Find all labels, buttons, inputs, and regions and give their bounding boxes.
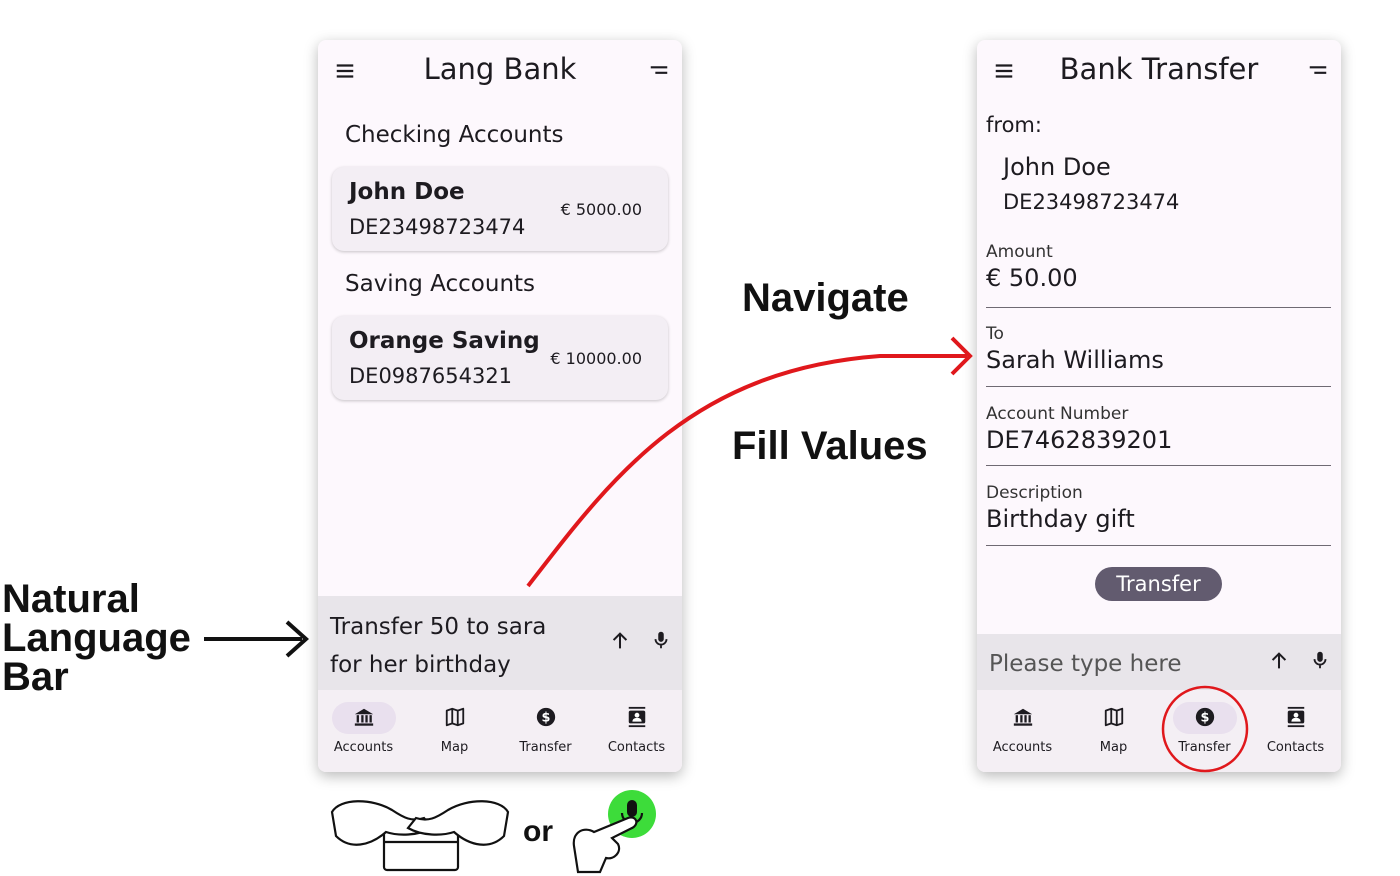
saving-accounts-heading: Saving Accounts bbox=[345, 271, 536, 297]
nav-contacts[interactable]: Contacts bbox=[591, 690, 682, 772]
input-placeholder[interactable]: Please type here bbox=[989, 645, 1181, 683]
nav-label: Accounts bbox=[333, 740, 394, 755]
accounts-screen: Lang Bank Checking Accounts John Doe DE2… bbox=[318, 40, 682, 772]
account-name: John Doe bbox=[349, 179, 465, 205]
nav-accounts[interactable]: Accounts bbox=[977, 690, 1068, 772]
black-arrow bbox=[204, 620, 309, 658]
nav-label: Transfer bbox=[519, 740, 572, 755]
account-number-field[interactable]: Account Number DE7462839201 bbox=[986, 404, 1331, 466]
checking-account-card[interactable]: John Doe DE23498723474 € 5000.00 bbox=[332, 167, 668, 251]
amount-label: Amount bbox=[986, 242, 1053, 262]
nav-label: Map bbox=[1099, 740, 1128, 755]
nav-label: Contacts bbox=[607, 740, 666, 755]
transfer-button[interactable]: Transfer bbox=[1095, 567, 1222, 601]
contacts-icon bbox=[628, 706, 646, 728]
nav-map[interactable]: Map bbox=[409, 690, 500, 772]
sort-icon[interactable] bbox=[1307, 60, 1329, 82]
annotation-line-2: Language bbox=[2, 616, 191, 660]
account-balance: € 5000.00 bbox=[560, 200, 642, 219]
account-name: Orange Saving bbox=[349, 328, 540, 354]
account-iban: DE23498723474 bbox=[349, 215, 526, 239]
fill-values-annotation: Fill Values bbox=[732, 424, 928, 468]
natural-language-input[interactable]: Please type here bbox=[977, 634, 1341, 690]
sort-icon[interactable] bbox=[648, 60, 670, 82]
bank-transfer-screen: Bank Transfer from: John Doe DE234987234… bbox=[977, 40, 1341, 772]
annotation-line-1: Natural bbox=[2, 577, 140, 621]
description-label: Description bbox=[986, 483, 1083, 503]
nav-label: Transfer bbox=[1178, 740, 1231, 755]
nav-transfer[interactable]: $ Transfer bbox=[500, 690, 591, 772]
account-number-label: Account Number bbox=[986, 404, 1129, 424]
dollar-icon: $ bbox=[1195, 707, 1215, 727]
bank-icon bbox=[1013, 708, 1033, 726]
page-title: Bank Transfer bbox=[1059, 52, 1259, 86]
send-arrow-icon[interactable] bbox=[609, 630, 631, 652]
natural-language-input[interactable]: Transfer 50 to sara for her birthday bbox=[318, 596, 682, 690]
nav-transfer[interactable]: $ Transfer bbox=[1159, 690, 1250, 772]
from-iban: DE23498723474 bbox=[1003, 190, 1180, 214]
send-arrow-icon[interactable] bbox=[1268, 650, 1290, 672]
contacts-icon bbox=[1287, 706, 1305, 728]
description-field[interactable]: Description Birthday gift bbox=[986, 483, 1331, 546]
mic-icon[interactable] bbox=[650, 629, 672, 651]
app-bar: Lang Bank bbox=[318, 40, 682, 102]
input-text[interactable]: Transfer 50 to sara for her birthday bbox=[330, 608, 546, 684]
dollar-icon: $ bbox=[536, 707, 556, 727]
bank-icon bbox=[354, 708, 374, 726]
or-annotation: or bbox=[523, 815, 553, 848]
nav-label: Contacts bbox=[1266, 740, 1325, 755]
to-value[interactable]: Sarah Williams bbox=[986, 344, 1331, 376]
nav-contacts[interactable]: Contacts bbox=[1250, 690, 1341, 772]
bottom-navigation: Accounts Map $ Transfer Contacts bbox=[977, 690, 1341, 772]
nav-label: Map bbox=[440, 740, 469, 755]
svg-text:$: $ bbox=[542, 711, 551, 726]
nav-accounts[interactable]: Accounts bbox=[318, 690, 409, 772]
to-field[interactable]: To Sarah Williams bbox=[986, 324, 1331, 387]
svg-text:$: $ bbox=[1201, 711, 1210, 726]
to-label: To bbox=[986, 324, 1004, 344]
finger-mic-illustration bbox=[572, 790, 656, 874]
from-name: John Doe bbox=[1003, 153, 1111, 181]
nav-map[interactable]: Map bbox=[1068, 690, 1159, 772]
annotation-line-3: Bar bbox=[2, 655, 69, 699]
from-label: from: bbox=[986, 113, 1042, 137]
nav-label: Accounts bbox=[992, 740, 1053, 755]
amount-field[interactable]: Amount € 50.00 bbox=[986, 242, 1331, 308]
amount-value[interactable]: € 50.00 bbox=[986, 262, 1331, 294]
map-icon bbox=[1104, 707, 1124, 727]
app-bar: Bank Transfer bbox=[977, 40, 1341, 102]
checking-accounts-heading: Checking Accounts bbox=[345, 122, 564, 148]
description-value[interactable]: Birthday gift bbox=[986, 503, 1331, 535]
navigate-annotation: Navigate bbox=[742, 276, 909, 320]
bottom-navigation: Accounts Map $ Transfer Contacts bbox=[318, 690, 682, 772]
map-icon bbox=[445, 707, 465, 727]
page-title: Lang Bank bbox=[423, 52, 577, 86]
saving-account-card[interactable]: Orange Saving DE0987654321 € 10000.00 bbox=[332, 316, 668, 400]
mic-icon[interactable] bbox=[1309, 649, 1331, 671]
account-balance: € 10000.00 bbox=[550, 349, 642, 368]
account-number-value[interactable]: DE7462839201 bbox=[986, 424, 1331, 456]
natural-language-bar-annotation: Natural Language Bar bbox=[2, 577, 191, 699]
typing-hands-illustration bbox=[330, 800, 510, 872]
account-iban: DE0987654321 bbox=[349, 364, 513, 388]
